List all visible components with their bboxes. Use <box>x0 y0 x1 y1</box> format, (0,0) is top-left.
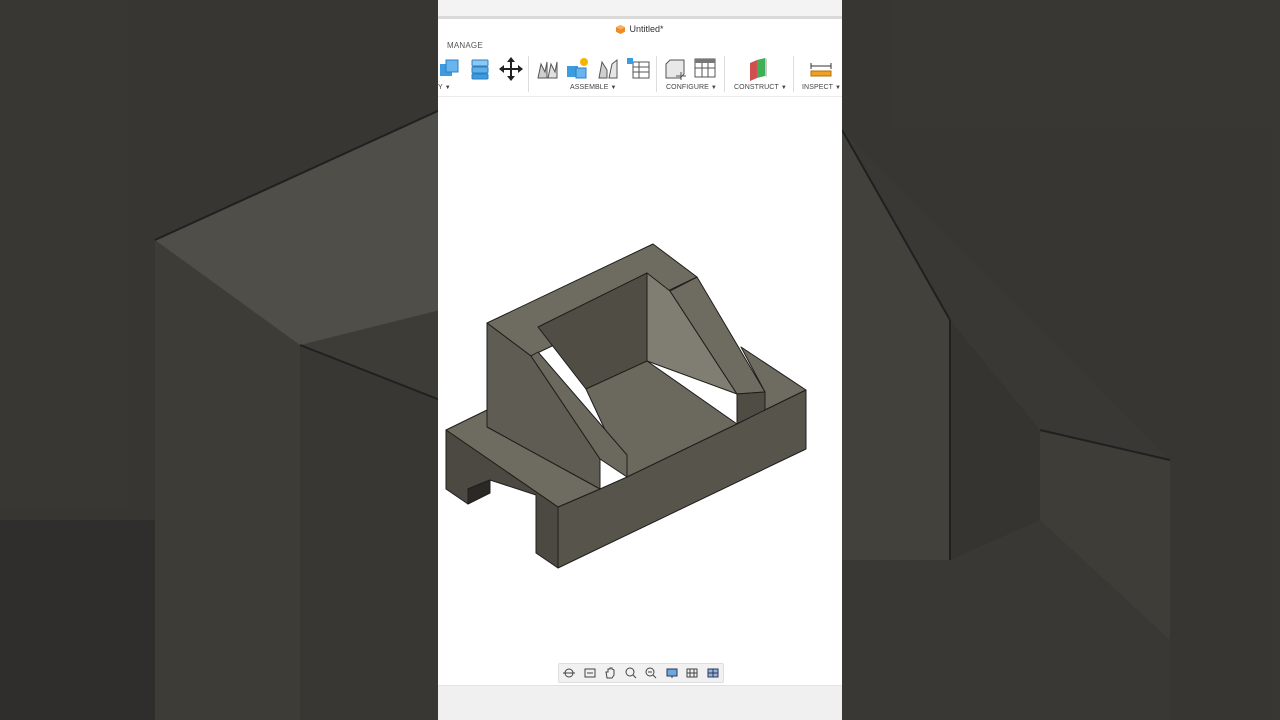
viewports-button[interactable] <box>704 666 722 680</box>
combine-bodies-icon <box>440 59 459 76</box>
look-at-icon <box>584 668 596 678</box>
document-cube-icon <box>616 24 626 34</box>
measure-button[interactable] <box>808 56 834 82</box>
look-at-button[interactable] <box>581 666 599 680</box>
as-built-joint-button[interactable] <box>565 56 591 82</box>
stacked-layers-icon <box>471 59 489 80</box>
move-copy-button[interactable] <box>498 56 524 82</box>
3d-model <box>445 243 807 569</box>
zoom-icon <box>625 667 637 679</box>
grid-icon <box>686 668 698 678</box>
viewports-icon <box>707 668 719 678</box>
zoom-button[interactable] <box>622 666 640 680</box>
status-bar <box>438 685 842 720</box>
construct-group-label[interactable]: CONSTRUCT ▼ <box>734 84 787 91</box>
configuration-table-button[interactable] <box>692 56 718 82</box>
new-component-button[interactable] <box>438 56 464 82</box>
3d-viewport[interactable] <box>438 97 842 685</box>
physical-material-button[interactable] <box>468 56 494 82</box>
as-built-joint-icon <box>567 58 588 79</box>
assemble-group-label[interactable]: ASSEMBLE ▼ <box>570 84 617 91</box>
move-arrows-icon <box>499 57 523 81</box>
pan-hand-icon <box>605 667 615 679</box>
navigation-bar <box>558 663 724 683</box>
grid-settings-button[interactable] <box>683 666 701 680</box>
orbit-button[interactable] <box>560 666 578 680</box>
pan-button[interactable] <box>601 666 619 680</box>
table-list-icon <box>627 58 650 79</box>
configure-model-button[interactable] <box>662 56 688 82</box>
manage-menu-label[interactable]: MANAGE <box>447 41 483 50</box>
orbit-icon <box>563 668 576 678</box>
cad-app-window: Untitled* MANAGE Y ▼ ASSEMBLE ▼ CONFIGUR… <box>438 0 842 720</box>
bill-of-materials-button[interactable] <box>625 56 651 82</box>
joint-origin-icon <box>598 58 618 79</box>
fit-button[interactable] <box>642 666 660 680</box>
measure-ruler-icon <box>810 63 832 77</box>
ribbon-toolbar: Y ▼ ASSEMBLE ▼ CONFIGURE ▼ CONSTRUCT ▼ I… <box>438 52 842 96</box>
offset-plane-button[interactable] <box>745 56 771 82</box>
inspect-group-label[interactable]: INSPECT ▼ <box>802 84 841 91</box>
configuration-table-icon <box>694 58 716 78</box>
document-tab[interactable]: Untitled* <box>438 19 842 39</box>
joint-icon <box>537 61 558 79</box>
joint-button[interactable] <box>535 56 561 82</box>
display-settings-button[interactable] <box>663 666 681 680</box>
construction-plane-icon <box>750 58 767 81</box>
window-top-strip <box>438 0 842 16</box>
modify-group-label[interactable]: Y ▼ <box>438 84 451 91</box>
joint-origin-button[interactable] <box>595 56 621 82</box>
configure-group-label[interactable]: CONFIGURE ▼ <box>666 84 717 91</box>
zoom-fit-icon <box>645 667 657 679</box>
configure-box-icon <box>665 59 686 80</box>
document-title: Untitled* <box>629 24 664 34</box>
display-monitor-icon <box>666 668 678 678</box>
